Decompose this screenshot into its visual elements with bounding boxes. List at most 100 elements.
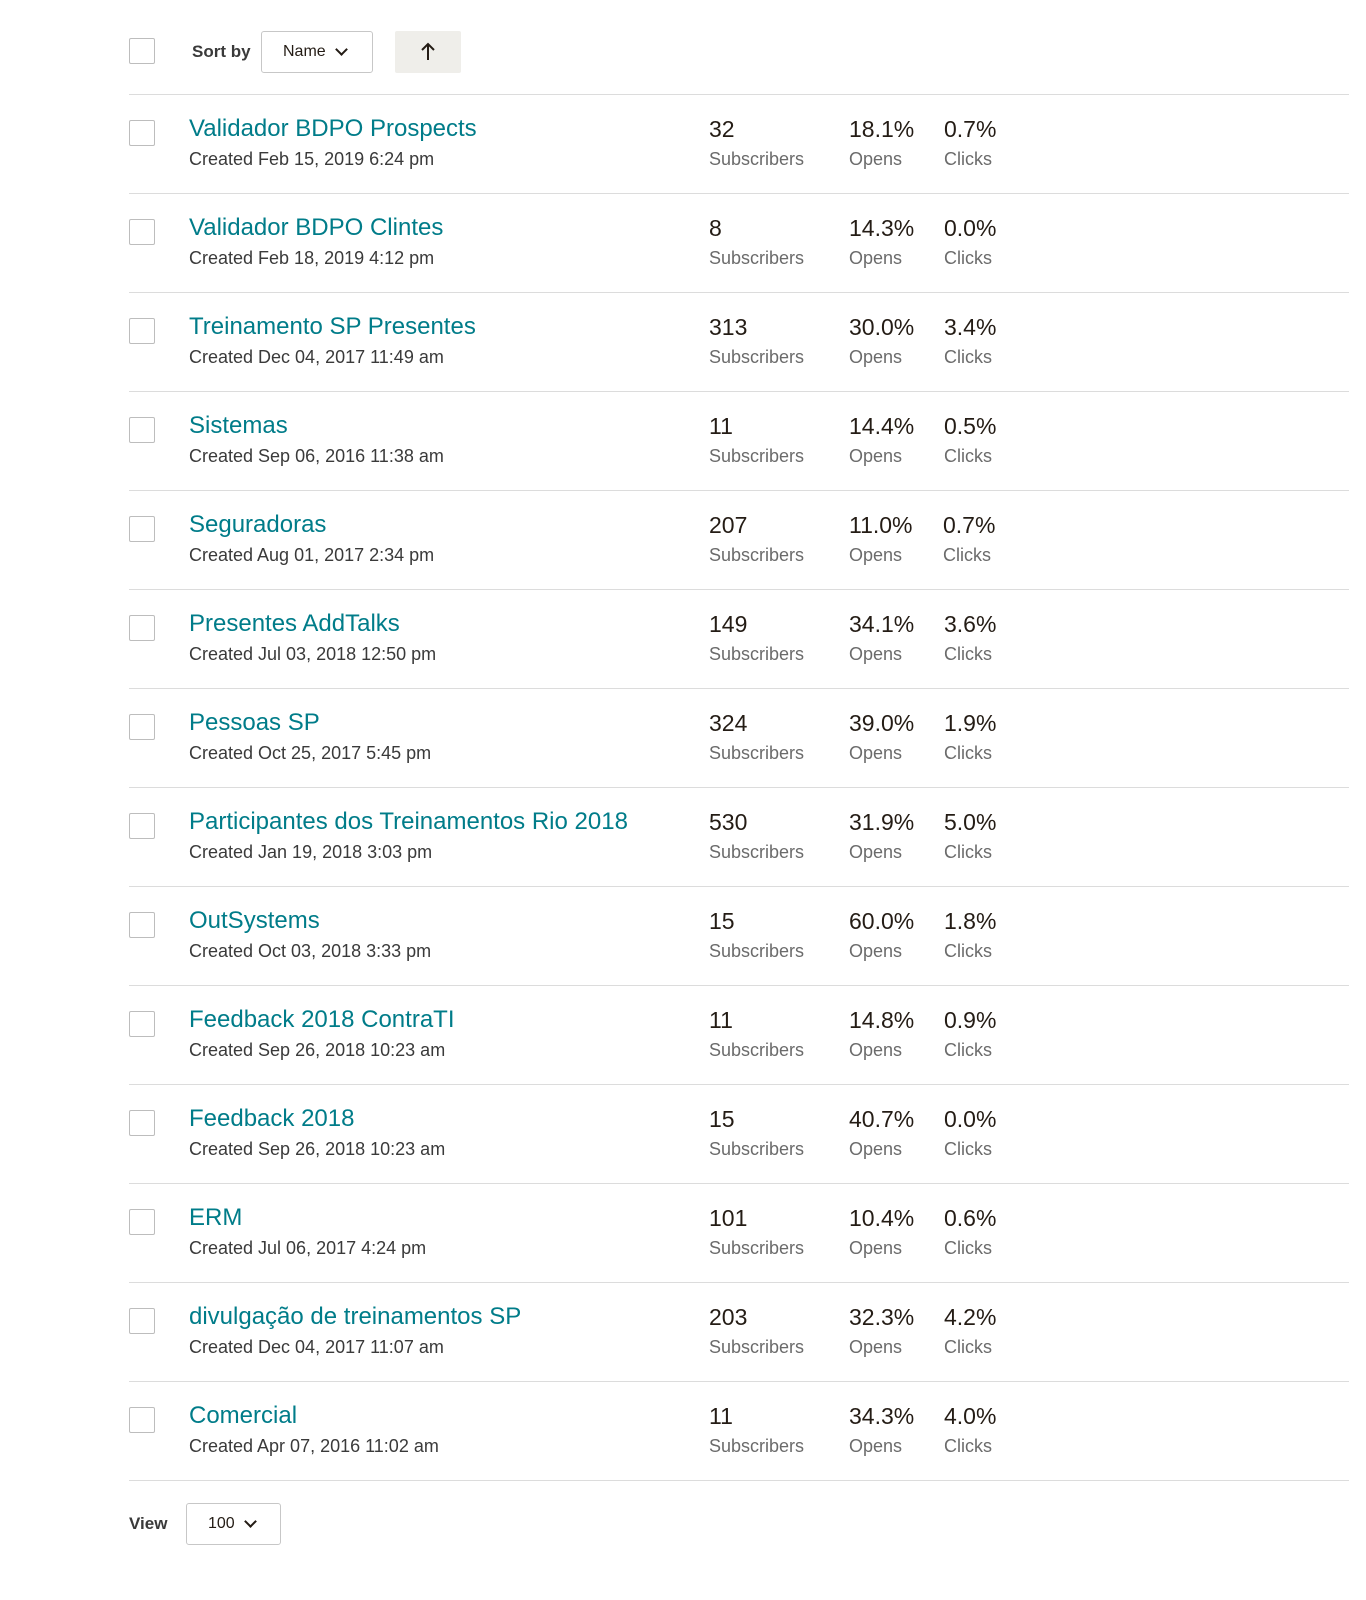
list-item: Seguradoras Created Aug 01, 2017 2:34 pm 2…	[0, 491, 1366, 590]
opens-rate: 31.9%	[849, 809, 915, 835]
row-checkbox[interactable]	[129, 1407, 155, 1433]
list-item: Treinamento SP Presentes Created Dec 04, …	[0, 293, 1366, 392]
row-checkbox[interactable]	[129, 1110, 155, 1136]
opens-rate: 40.7%	[849, 1106, 915, 1132]
subscribers-label: Subscribers	[709, 446, 805, 466]
audience-name-link[interactable]: Treinamento SP Presentes	[189, 313, 476, 341]
row-checkbox[interactable]	[129, 417, 155, 443]
subscribers-count: 530	[709, 809, 748, 835]
clicks-rate: 0.0%	[944, 215, 997, 241]
clicks-stat: 0.7% Clicks	[944, 115, 996, 171]
subscribers-count: 32	[709, 116, 735, 142]
clicks-stat: 5.0% Clicks	[944, 808, 996, 864]
list-item: Validador BDPO Clintes Created Feb 18, 20…	[0, 194, 1366, 293]
audience-name-link[interactable]: Pessoas SP	[189, 709, 320, 737]
opens-label: Opens	[849, 149, 903, 169]
created-date: Created Apr 07, 2016 11:02 am	[189, 1436, 439, 1456]
subscribers-stat: 8 Subscribers	[709, 214, 804, 270]
created-date: Created Feb 18, 2019 4:12 pm	[189, 248, 435, 268]
clicks-rate: 1.9%	[944, 710, 997, 736]
opens-rate: 11.0%	[849, 512, 913, 538]
row-checkbox[interactable]	[129, 219, 155, 245]
audience-name-link[interactable]: Seguradoras	[189, 511, 326, 539]
subscribers-stat: 530 Subscribers	[709, 808, 804, 864]
audience-name-link[interactable]: OutSystems	[189, 907, 320, 935]
list-item: Feedback 2018 ContraTI Created Sep 26, 20…	[0, 986, 1366, 1085]
opens-rate: 30.0%	[849, 314, 915, 340]
clicks-stat: 3.6% Clicks	[944, 610, 996, 666]
opens-stat: 40.7% Opens	[849, 1105, 914, 1161]
subscribers-label: Subscribers	[709, 248, 805, 268]
row-checkbox[interactable]	[129, 615, 155, 641]
row-checkbox[interactable]	[129, 813, 155, 839]
sort-by-select[interactable]: Name	[261, 31, 373, 73]
subscribers-label: Subscribers	[709, 545, 805, 565]
audience-name-link[interactable]: Comercial	[189, 1402, 297, 1430]
audience-name-link[interactable]: Feedback 2018	[189, 1105, 354, 1133]
subscribers-stat: 101 Subscribers	[709, 1204, 804, 1260]
opens-rate: 60.0%	[849, 908, 915, 934]
audience-name-link[interactable]: divulgação de treinamentos SP	[189, 1303, 521, 1331]
opens-rate: 32.3%	[849, 1304, 915, 1330]
clicks-label: Clicks	[944, 1436, 992, 1456]
clicks-stat: 4.2% Clicks	[944, 1303, 996, 1359]
audience-name-link[interactable]: Presentes AddTalks	[189, 610, 400, 638]
row-checkbox[interactable]	[129, 1308, 155, 1334]
opens-label: Opens	[849, 446, 903, 466]
row-checkbox[interactable]	[129, 714, 155, 740]
opens-stat: 32.3% Opens	[849, 1303, 914, 1359]
subscribers-count: 8	[709, 215, 722, 241]
select-all-checkbox[interactable]	[129, 38, 155, 64]
clicks-stat: 0.9% Clicks	[944, 1006, 996, 1062]
subscribers-label: Subscribers	[709, 149, 805, 169]
created-date: Created Oct 25, 2017 5:45 pm	[189, 743, 432, 763]
subscribers-stat: 11 Subscribers	[709, 1006, 804, 1062]
opens-label: Opens	[849, 248, 903, 268]
clicks-rate: 4.2%	[944, 1304, 997, 1330]
audience-name-link[interactable]: Validador BDPO Prospects	[189, 115, 477, 143]
created-date: Created Feb 15, 2019 6:24 pm	[189, 149, 435, 169]
opens-stat: 60.0% Opens	[849, 907, 914, 963]
list-toolbar: Sort by Name	[0, 0, 1366, 95]
opens-stat: 10.4% Opens	[849, 1204, 914, 1260]
subscribers-label: Subscribers	[709, 743, 805, 763]
audience-name-link[interactable]: Participantes dos Treinamentos Rio 2018	[189, 808, 628, 836]
subscribers-label: Subscribers	[709, 1139, 805, 1159]
audience-name-link[interactable]: Feedback 2018 ContraTI	[189, 1006, 455, 1034]
clicks-label: Clicks	[944, 446, 992, 466]
subscribers-stat: 11 Subscribers	[709, 412, 804, 468]
opens-stat: 14.4% Opens	[849, 412, 914, 468]
clicks-stat: 3.4% Clicks	[944, 313, 996, 369]
opens-stat: 11.0% Opens	[849, 511, 913, 567]
row-checkbox[interactable]	[129, 318, 155, 344]
clicks-rate: 0.7%	[943, 512, 996, 538]
page-size-select[interactable]: 100	[186, 1503, 281, 1545]
opens-label: Opens	[849, 1238, 903, 1258]
row-checkbox[interactable]	[129, 516, 155, 542]
audience-name-link[interactable]: Sistemas	[189, 412, 288, 440]
opens-label: Opens	[849, 842, 903, 862]
row-checkbox[interactable]	[129, 1209, 155, 1235]
sort-by-value: Name	[283, 43, 326, 60]
opens-label: Opens	[849, 347, 903, 367]
audience-name-link[interactable]: Validador BDPO Clintes	[189, 214, 443, 242]
row-checkbox[interactable]	[129, 912, 155, 938]
audience-name-link[interactable]: ERM	[189, 1204, 242, 1232]
sort-direction-button[interactable]	[395, 31, 461, 73]
opens-label: Opens	[849, 545, 903, 565]
row-checkbox[interactable]	[129, 120, 155, 146]
subscribers-count: 324	[709, 710, 748, 736]
created-date: Created Sep 26, 2018 10:23 am	[189, 1040, 446, 1060]
list-item: OutSystems Created Oct 03, 2018 3:33 pm 15…	[0, 887, 1366, 986]
opens-label: Opens	[849, 941, 903, 961]
clicks-label: Clicks	[944, 1238, 992, 1258]
opens-stat: 14.8% Opens	[849, 1006, 914, 1062]
clicks-stat: 1.8% Clicks	[944, 907, 996, 963]
subscribers-stat: 207 Subscribers	[709, 511, 804, 567]
clicks-label: Clicks	[944, 149, 992, 169]
row-checkbox[interactable]	[129, 1011, 155, 1037]
clicks-rate: 5.0%	[944, 809, 997, 835]
opens-rate: 34.1%	[849, 611, 915, 637]
subscribers-label: Subscribers	[709, 842, 805, 862]
subscribers-count: 149	[709, 611, 748, 637]
